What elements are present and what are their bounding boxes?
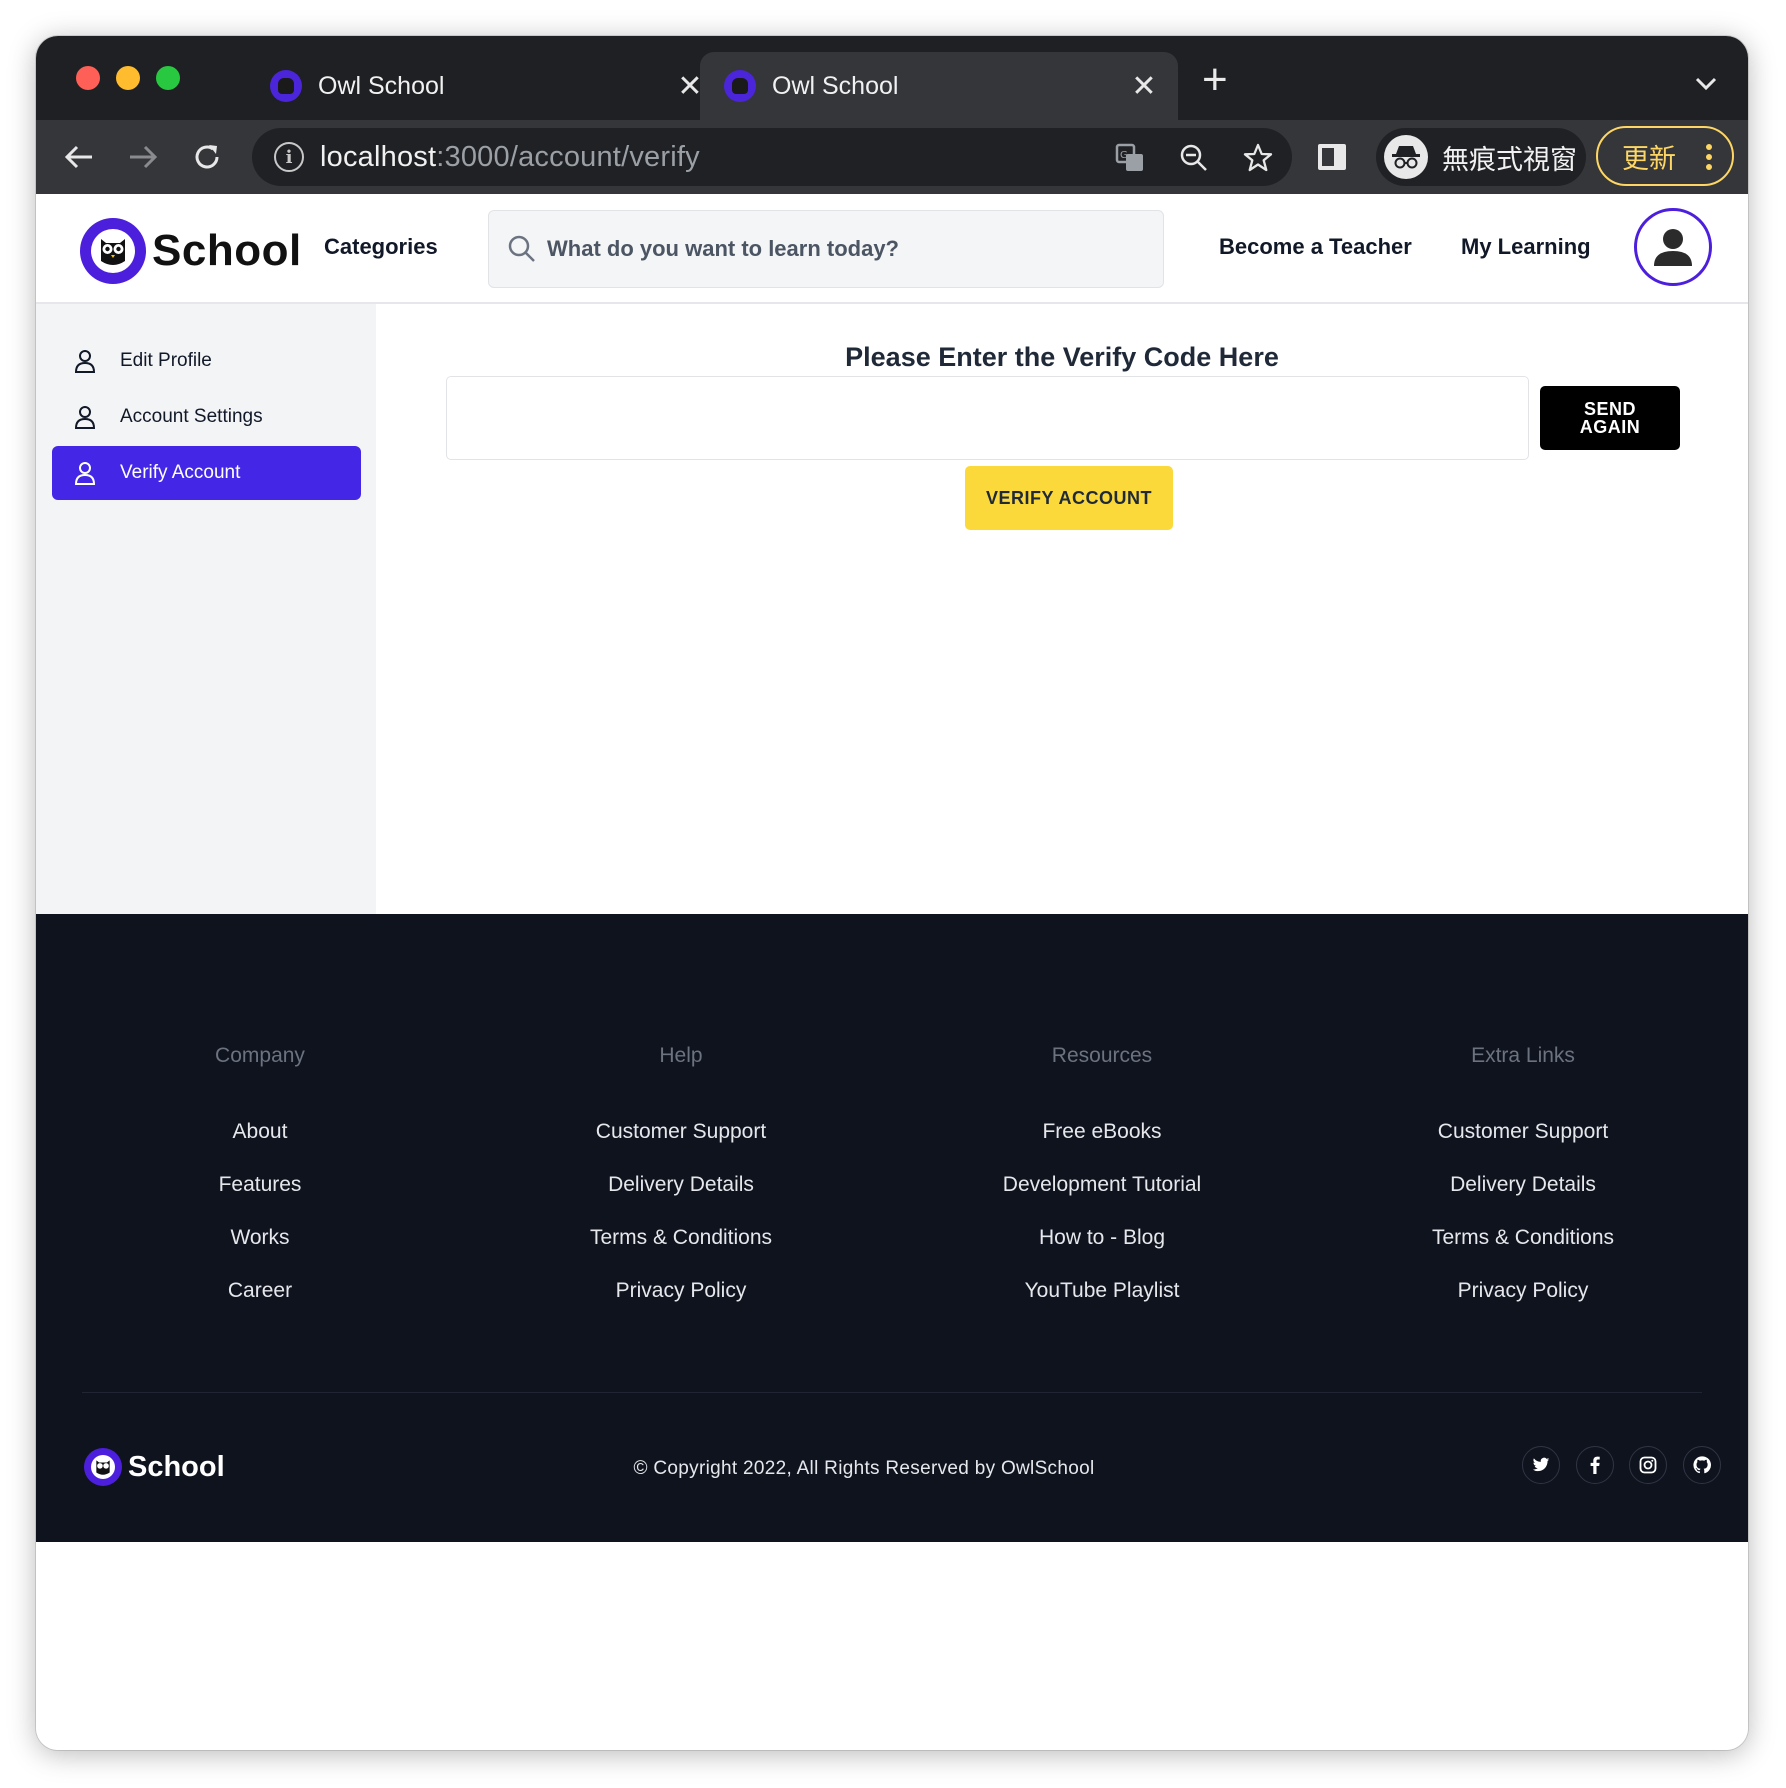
account-sidebar: Edit Profile Account Settings Verify Acc… [36,304,376,914]
web-page: School Categories Become a Teacher My Le… [36,194,1748,1750]
sidebar-item-verify-account[interactable]: Verify Account [52,446,361,500]
footer-link[interactable]: YouTube Playlist [902,1279,1302,1332]
tab-title: Owl School [772,71,899,100]
verify-account-button[interactable]: VERIFY ACCOUNT [965,466,1173,530]
footer-link[interactable]: Career [60,1279,460,1332]
new-tab-icon[interactable]: + [1202,58,1228,102]
minimize-window-button[interactable] [116,66,140,90]
browser-window: Owl School ✕ Owl School ✕ + i localhost:… [36,36,1748,1750]
footer-link[interactable]: Terms & Conditions [1323,1226,1723,1279]
address-bar[interactable]: i localhost:3000/account/verify G [252,128,1292,186]
url-host: localhost [320,140,437,173]
owl-logo-icon [80,218,146,284]
close-tab-icon[interactable]: ✕ [1124,69,1164,104]
send-again-button[interactable]: SEND AGAIN [1540,386,1680,450]
footer-link[interactable]: Delivery Details [1323,1173,1723,1226]
footer-column-resources: Resources Free eBooks Development Tutori… [902,1044,1302,1332]
site-logo[interactable]: School [80,218,302,284]
chevron-down-icon[interactable] [1686,64,1726,104]
sidebar-item-label: Edit Profile [120,350,212,371]
tab-strip: Owl School ✕ Owl School ✕ + [36,36,1748,120]
incognito-label: 無痕式視窗 [1442,144,1577,176]
search-input[interactable] [547,236,1147,262]
footer-column-help: Help Customer Support Delivery Details T… [481,1044,881,1332]
bookmark-star-icon[interactable] [1238,138,1278,178]
zoom-out-icon[interactable] [1174,138,1214,178]
footer-heading: Extra Links [1471,1044,1575,1067]
back-arrow-icon[interactable] [54,132,104,182]
footer-column-company: Company About Features Works Career [60,1044,460,1332]
footer-link[interactable]: Features [60,1173,460,1226]
site-header: School Categories Become a Teacher My Le… [36,194,1748,304]
sidebar-item-label: Verify Account [120,462,241,483]
footer-divider [82,1392,1702,1393]
user-outline-icon [74,406,96,429]
side-panel-icon[interactable] [1318,144,1346,170]
sidebar-item-account-settings[interactable]: Account Settings [52,390,361,444]
sidebar-item-label: Account Settings [120,406,263,427]
footer-link[interactable]: Customer Support [1323,1120,1723,1173]
footer-link[interactable]: Privacy Policy [1323,1279,1723,1332]
footer-link[interactable]: Works [60,1226,460,1279]
footer-link[interactable]: Development Tutorial [902,1173,1302,1226]
github-icon[interactable] [1683,1446,1721,1484]
verify-panel: Please Enter the Verify Code Here SEND A… [376,304,1748,914]
user-avatar[interactable] [1634,208,1712,286]
verify-code-input[interactable] [446,376,1529,460]
incognito-icon [1384,135,1428,179]
site-info-icon[interactable]: i [274,142,304,172]
kebab-menu-icon[interactable] [1706,144,1712,170]
facebook-icon[interactable] [1576,1446,1614,1484]
url-path: :3000/account/verify [436,140,700,173]
site-footer: Company About Features Works Career Help… [36,914,1748,1542]
reload-icon[interactable] [182,132,232,182]
twitter-icon[interactable] [1522,1446,1560,1484]
update-button[interactable]: 更新 [1596,126,1734,186]
zoom-window-button[interactable] [156,66,180,90]
browser-tab-2[interactable]: Owl School ✕ [700,52,1178,120]
url-text[interactable]: localhost:3000/account/verify [320,141,700,174]
forward-arrow-icon[interactable] [118,132,168,182]
search-icon [508,235,535,262]
footer-heading: Resources [1051,1044,1153,1067]
svg-text:G: G [1120,150,1128,161]
browser-tab-1[interactable]: Owl School ✕ [246,52,724,120]
footer-link[interactable]: Free eBooks [902,1120,1302,1173]
footer-heading: Help [659,1044,703,1067]
footer-link[interactable]: How to - Blog [902,1226,1302,1279]
nav-categories[interactable]: Categories [324,234,438,260]
nav-my-learning[interactable]: My Learning [1461,234,1591,260]
verify-heading: Please Enter the Verify Code Here [845,342,1279,372]
copyright-text: © Copyright 2022, All Rights Reserved by… [633,1458,1095,1479]
incognito-indicator[interactable]: 無痕式視窗 [1376,128,1586,186]
owl-favicon-icon [724,70,756,102]
footer-link[interactable]: About [60,1120,460,1173]
course-search[interactable] [488,210,1164,288]
translate-icon[interactable]: G [1110,138,1150,178]
instagram-icon[interactable] [1629,1446,1667,1484]
user-outline-icon [74,462,96,485]
footer-column-extra-links: Extra Links Customer Support Delivery De… [1323,1044,1723,1332]
browser-toolbar: i localhost:3000/account/verify G 無痕式視窗 … [36,120,1748,194]
user-outline-icon [74,350,96,373]
user-icon [1654,229,1692,266]
footer-link[interactable]: Delivery Details [481,1173,881,1226]
footer-link[interactable]: Privacy Policy [481,1279,881,1332]
tab-title: Owl School [318,71,445,100]
close-window-button[interactable] [76,66,100,90]
owl-favicon-icon [270,70,302,102]
footer-heading: Company [215,1044,305,1067]
footer-link[interactable]: Customer Support [481,1120,881,1173]
sidebar-item-edit-profile[interactable]: Edit Profile [52,334,361,388]
footer-link[interactable]: Terms & Conditions [481,1226,881,1279]
update-label: 更新 [1622,143,1676,175]
logo-text: School [152,226,302,275]
nav-become-teacher[interactable]: Become a Teacher [1219,234,1412,260]
